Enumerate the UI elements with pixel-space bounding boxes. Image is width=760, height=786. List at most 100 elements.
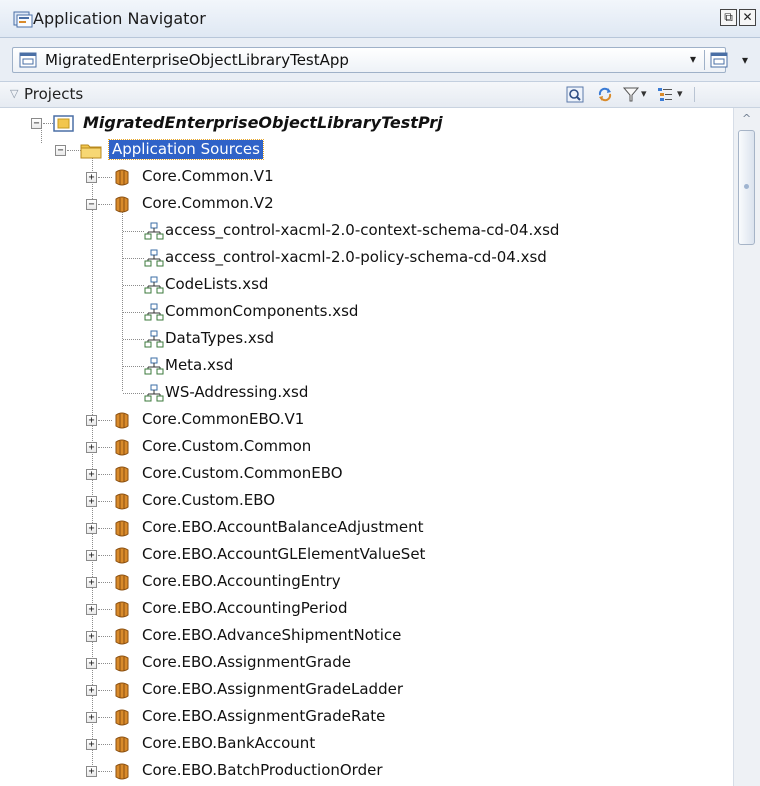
expand-toggle-icon[interactable]: + (86, 172, 97, 183)
tree-row-package[interactable]: + Core.EBO.AccountBalanceAdjustment (0, 515, 733, 542)
layout-icon[interactable] (656, 86, 674, 103)
expand-toggle-icon[interactable]: + (86, 442, 97, 453)
divider (704, 50, 705, 70)
tree-row-package[interactable]: + Core.EBO.AssignmentGradeRate (0, 704, 733, 731)
tree-guide-line (67, 150, 81, 151)
tree-guide-line (123, 258, 144, 259)
tree-row-schema-file[interactable]: Meta.xsd (0, 353, 733, 380)
tree-guide-line (98, 177, 112, 178)
tree-row-project[interactable]: − MigratedEnterpriseObjectLibraryTestPrj (0, 110, 733, 137)
tree-row-schema-file[interactable]: CommonComponents.xsd (0, 299, 733, 326)
tree-row-schema-file[interactable]: access_control-xacml-2.0-context-schema-… (0, 218, 733, 245)
tree-row-package[interactable]: + Core.Custom.CommonEBO (0, 461, 733, 488)
tree-row-package[interactable]: + Core.EBO.AssignmentGradeLadder (0, 677, 733, 704)
tree-row-package[interactable]: + Core.EBO.AssignmentGrade (0, 650, 733, 677)
expand-toggle-icon[interactable]: + (86, 685, 97, 696)
vertical-scrollbar[interactable]: ^ (733, 108, 760, 786)
tree-row-schema-file[interactable]: access_control-xacml-2.0-policy-schema-c… (0, 245, 733, 272)
search-icon[interactable] (566, 86, 584, 103)
package-label: Core.Common.V2 (142, 194, 274, 212)
expand-toggle-icon[interactable]: + (86, 415, 97, 426)
expand-toggle-icon[interactable]: + (86, 631, 97, 642)
close-icon[interactable]: ✕ (739, 9, 756, 26)
schema-file-icon (144, 249, 164, 267)
project-icon (53, 115, 74, 132)
sync-icon[interactable] (596, 86, 614, 103)
expand-toggle-icon[interactable]: + (86, 739, 97, 750)
layout-dropdown-icon[interactable]: ▾ (677, 87, 683, 100)
expand-toggle-icon[interactable]: + (86, 766, 97, 777)
package-icon (115, 574, 129, 591)
package-icon (115, 547, 129, 564)
restore-icon[interactable]: ⧉ (720, 9, 737, 26)
package-icon (115, 439, 129, 456)
tree-row-package[interactable]: + Core.Custom.Common (0, 434, 733, 461)
schema-file-label: Meta.xsd (165, 356, 234, 374)
tree-row-package[interactable]: + Core.Custom.EBO (0, 488, 733, 515)
filter-dropdown-icon[interactable]: ▾ (641, 87, 647, 100)
tree-guide-line (123, 285, 144, 286)
projects-title: Projects (24, 85, 84, 103)
application-navigator-icon (13, 11, 33, 28)
expand-toggle-icon[interactable]: + (86, 658, 97, 669)
tree-row-package[interactable]: + Core.EBO.AccountGLElementValueSet (0, 542, 733, 569)
tree-guide-line (98, 555, 112, 556)
schema-file-icon (144, 222, 164, 240)
package-icon (115, 655, 129, 672)
package-label: Core.EBO.AssignmentGrade (142, 653, 352, 671)
collapse-panel-icon[interactable]: ▽ (10, 87, 18, 100)
tree-row-package[interactable]: + Core.Common.V1 (0, 164, 733, 191)
tree-guide-line (123, 231, 144, 232)
tree-guide-line (98, 474, 112, 475)
tree-row-package-expanded[interactable]: − Core.Common.V2 (0, 191, 733, 218)
toolbar-separator (694, 87, 695, 102)
application-selector[interactable]: MigratedEnterpriseObjectLibraryTestApp ▾ (12, 47, 728, 73)
package-icon (115, 196, 129, 213)
collapse-toggle-icon[interactable]: − (86, 199, 97, 210)
package-icon (115, 412, 129, 429)
scroll-up-icon[interactable]: ^ (742, 112, 751, 125)
tree-row-schema-file[interactable]: WS-Addressing.xsd (0, 380, 733, 407)
tree-guide-line (98, 501, 112, 502)
tree-row-package[interactable]: + Core.EBO.AccountingEntry (0, 569, 733, 596)
expand-toggle-icon[interactable]: + (86, 577, 97, 588)
expand-toggle-icon[interactable]: + (86, 550, 97, 561)
package-icon (115, 520, 129, 537)
project-tree[interactable]: − MigratedEnterpriseObjectLibraryTestPrj… (0, 108, 733, 786)
tree-row-package[interactable]: + Core.EBO.BatchProductionOrder (0, 758, 733, 785)
tree-row-package[interactable]: + Core.EBO.BankAccount (0, 731, 733, 758)
expand-toggle-icon[interactable]: + (86, 469, 97, 480)
schema-file-label: access_control-xacml-2.0-policy-schema-c… (165, 248, 547, 266)
package-label: Core.EBO.AccountBalanceAdjustment (142, 518, 424, 536)
package-label: Core.EBO.AccountGLElementValueSet (142, 545, 426, 563)
schema-file-label: CodeLists.xsd (165, 275, 269, 293)
tree-row-package[interactable]: + Core.CommonEBO.V1 (0, 407, 733, 434)
tree-row-schema-file[interactable]: CodeLists.xsd (0, 272, 733, 299)
application-menu-dropdown-icon[interactable]: ▾ (742, 53, 748, 67)
package-icon (115, 709, 129, 726)
package-label: Core.Custom.Common (142, 437, 312, 455)
expand-toggle-icon[interactable]: + (86, 496, 97, 507)
collapse-toggle-icon[interactable]: − (55, 145, 66, 156)
scrollbar-thumb[interactable] (738, 130, 755, 245)
tree-row-schema-file[interactable]: DataTypes.xsd (0, 326, 733, 353)
package-icon (115, 169, 129, 186)
schema-file-label: access_control-xacml-2.0-context-schema-… (165, 221, 560, 239)
tree-guide-line (98, 609, 112, 610)
application-menu-icon[interactable] (710, 52, 728, 68)
package-label: Core.EBO.AssignmentGradeLadder (142, 680, 403, 698)
filter-icon[interactable] (622, 86, 640, 103)
package-icon (115, 601, 129, 618)
package-icon (115, 682, 129, 699)
application-bar: MigratedEnterpriseObjectLibraryTestApp ▾… (0, 38, 760, 82)
tree-guide-line (98, 447, 112, 448)
package-label: Core.EBO.AccountingEntry (142, 572, 341, 590)
expand-toggle-icon[interactable]: + (86, 523, 97, 534)
tree-row-application-sources[interactable]: − Application Sources (0, 137, 733, 164)
collapse-toggle-icon[interactable]: − (31, 118, 42, 129)
expand-toggle-icon[interactable]: + (86, 712, 97, 723)
tree-row-package[interactable]: + Core.EBO.AccountingPeriod (0, 596, 733, 623)
tree-row-package[interactable]: + Core.EBO.AdvanceShipmentNotice (0, 623, 733, 650)
chevron-down-icon[interactable]: ▾ (690, 52, 696, 66)
expand-toggle-icon[interactable]: + (86, 604, 97, 615)
